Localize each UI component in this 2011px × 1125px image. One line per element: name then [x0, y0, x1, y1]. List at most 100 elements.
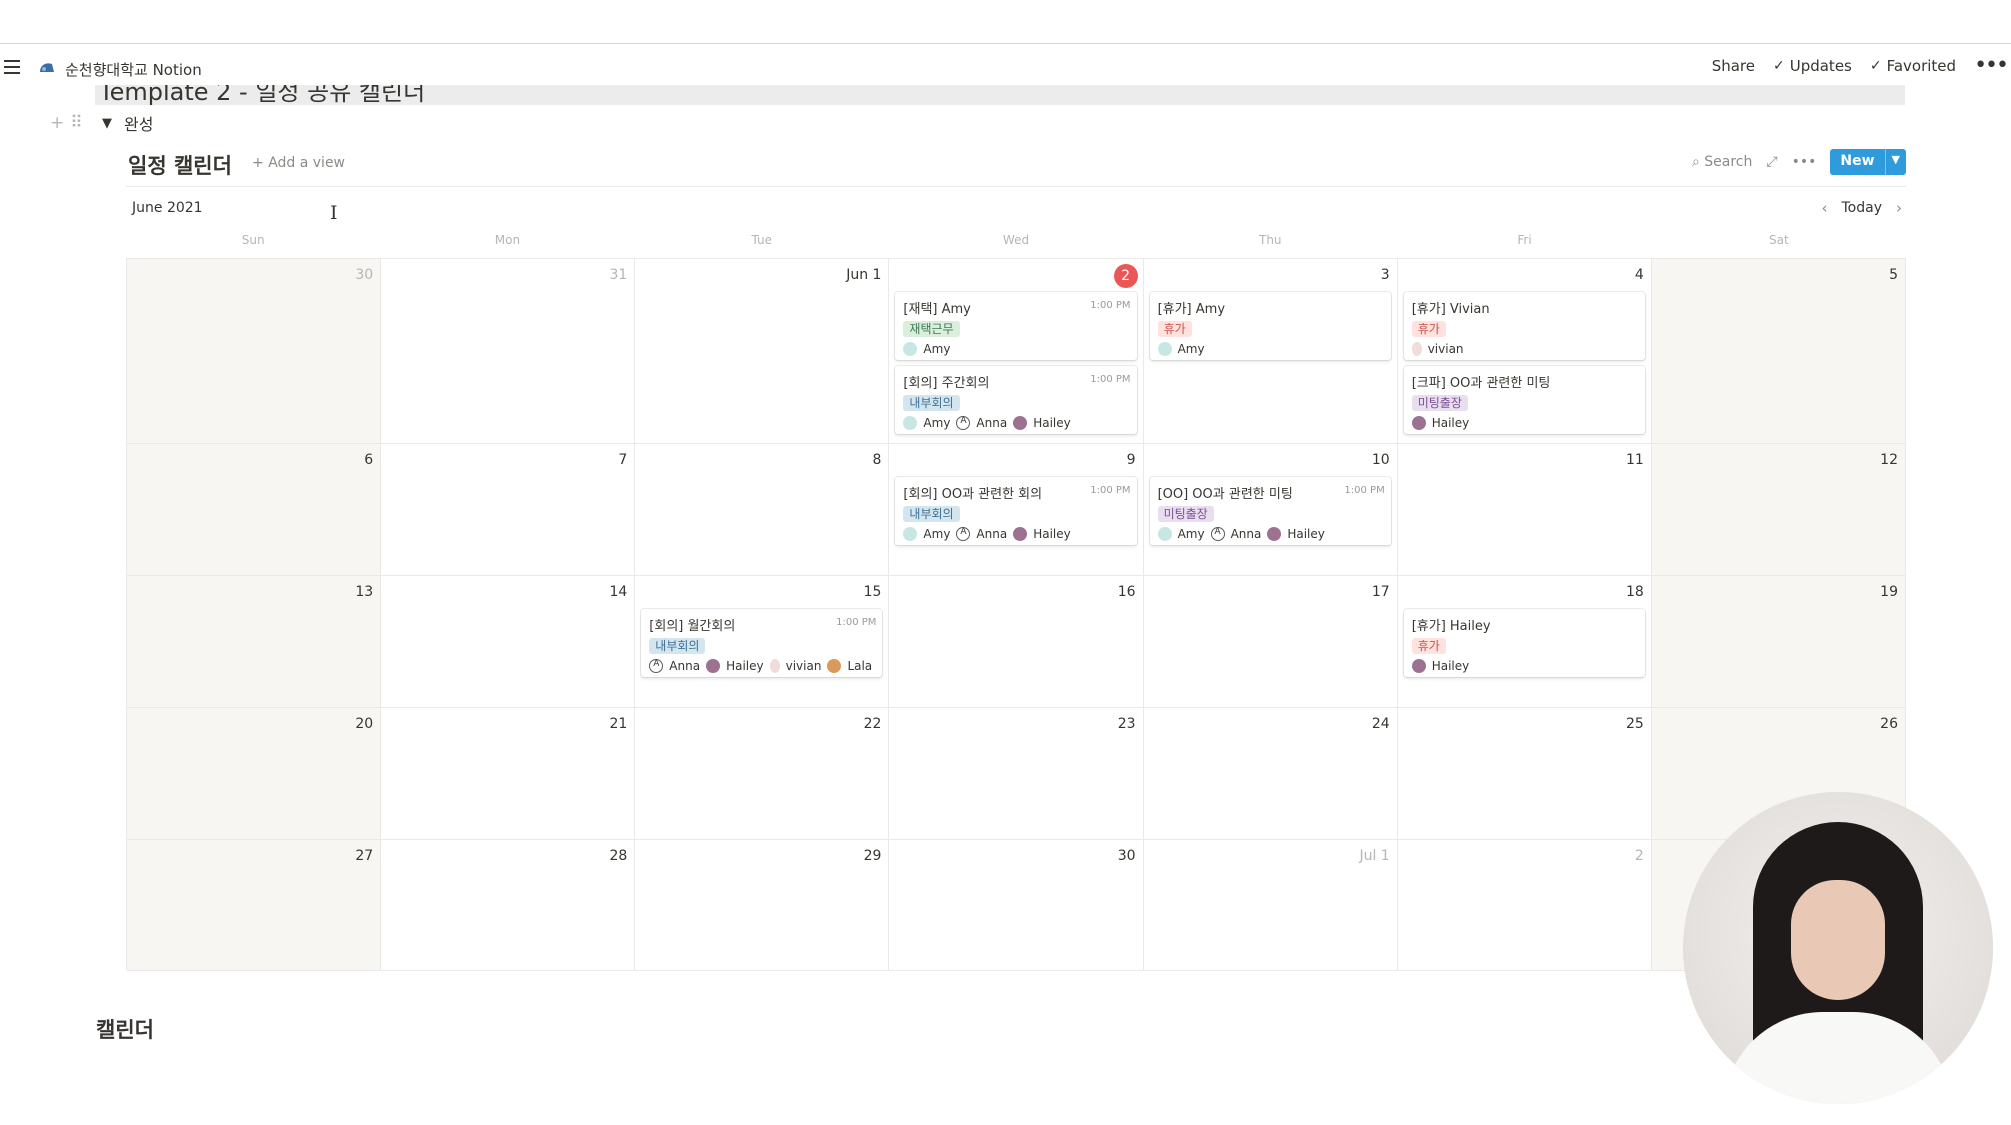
toggle-triangle-icon[interactable]: ▼ [102, 116, 112, 131]
calendar-day[interactable]: 5 [1651, 259, 1906, 444]
calendar-day[interactable]: 31 [381, 259, 636, 444]
block-handle[interactable]: + ⠿ [50, 113, 90, 133]
search-button[interactable]: ⌕ Search [1692, 154, 1752, 170]
calendar-day[interactable]: 27 [127, 840, 382, 971]
drag-handle-icon[interactable]: ⠿ [70, 113, 82, 133]
calendar-day[interactable]: 13 [127, 576, 382, 708]
add-view-label: Add a view [268, 155, 346, 171]
divider [126, 186, 1906, 187]
expand-icon[interactable]: ⤢ [1766, 154, 1777, 170]
database-title[interactable]: 일정 캘린더 [128, 150, 232, 180]
toggle-block: + ⠿ ▼ 완성 [50, 112, 153, 134]
today-button[interactable]: Today [1842, 200, 1883, 216]
event-card[interactable]: [회의] 주간회의 1:00 PM 내부회의 Amy Anna Hailey [895, 366, 1137, 434]
day-number: 15 [863, 584, 882, 600]
calendar-day[interactable]: 30 [889, 840, 1144, 971]
event-people: Hailey [1411, 659, 1637, 673]
calendar-day[interactable]: 19 [1651, 576, 1906, 708]
previous-month-icon[interactable]: ‹ [1822, 199, 1828, 217]
day-number: 23 [1117, 716, 1136, 732]
calendar-day[interactable]: 17 [1143, 576, 1398, 708]
share-button[interactable]: Share [1712, 57, 1755, 75]
avatar [956, 416, 971, 430]
webcam-overlay [1683, 792, 1993, 1104]
day-number: 30 [1117, 848, 1136, 864]
calendar-day[interactable]: 11 [1397, 444, 1652, 576]
day-number: 11 [1626, 452, 1644, 468]
calendar-day[interactable]: 25 [1397, 708, 1652, 840]
next-month-icon[interactable]: › [1896, 199, 1902, 217]
event-tag: 내부회의 [903, 506, 960, 522]
day-number: 17 [1371, 584, 1390, 600]
person-name: Amy [923, 342, 951, 356]
event-card[interactable]: [재택] Amy 1:00 PM 재택근무 Amy [895, 292, 1137, 360]
day-number: 24 [1371, 716, 1390, 732]
event-card[interactable]: [회의] OO과 관련한 회의 1:00 PM 내부회의 Amy Anna Ha… [895, 477, 1137, 545]
day-number: 21 [609, 716, 628, 732]
calendar-day[interactable]: 10 [OO] OO과 관련한 미팅 1:00 PM 미팅출장 Amy Anna… [1143, 444, 1398, 576]
event-people: Amy [903, 342, 1128, 356]
calendar-day[interactable]: 18 [휴가] Hailey 휴가 Hailey [1397, 576, 1652, 708]
new-button[interactable]: New ▼ [1830, 149, 1906, 175]
avatar [1013, 416, 1028, 430]
calendar-day[interactable]: 22 [635, 708, 890, 840]
new-label: New [1840, 153, 1875, 169]
person-name: Amy [923, 527, 951, 541]
person-name: Lala [847, 659, 873, 673]
calendar-day[interactable]: 23 [889, 708, 1144, 840]
event-title: [휴가] Amy [1157, 302, 1226, 317]
calendar-day[interactable]: 2 [1397, 840, 1652, 971]
calendar-day[interactable]: 30 [127, 259, 382, 444]
view-more-icon[interactable]: ••• [1792, 154, 1817, 170]
event-card[interactable]: [휴가] Vivian 휴가 vivian [1403, 292, 1645, 360]
calendar-day[interactable]: 15 [회의] 월간회의 1:00 PM 내부회의 Anna Hailey vi… [635, 576, 890, 708]
calendar-day[interactable]: 8 [635, 444, 890, 576]
calendar-day[interactable]: 6 [127, 444, 382, 576]
weekday-label: Sat [1769, 233, 1789, 247]
person-name: Anna [669, 659, 701, 673]
calendar-day[interactable]: 24 [1143, 708, 1398, 840]
calendar-day[interactable]: 28 [381, 840, 636, 971]
avatar [769, 659, 780, 673]
day-number: 27 [355, 848, 374, 864]
weekday-label: Fri [1517, 233, 1532, 247]
weekday-label: Mon [494, 233, 521, 247]
event-card[interactable]: [회의] 월간회의 1:00 PM 내부회의 Anna Hailey vivia… [641, 609, 883, 677]
add-block-icon[interactable]: + [50, 113, 64, 133]
weekday-label: Sun [241, 233, 265, 247]
calendar-day[interactable]: 20 [127, 708, 382, 840]
favorited-button[interactable]: ✓ Favorited [1870, 57, 1956, 75]
event-card[interactable]: [휴가] Hailey 휴가 Hailey [1403, 609, 1645, 677]
calendar-day[interactable]: 14 [381, 576, 636, 708]
calendar-day[interactable]: 2 [재택] Amy 1:00 PM 재택근무 Amy [회의] 주간회의 1:… [889, 259, 1144, 444]
calendar-day[interactable]: 3 [휴가] Amy 휴가 Amy [1143, 259, 1398, 444]
calendar-day[interactable]: Jul 1 [1143, 840, 1398, 971]
day-number: 29 [863, 848, 882, 864]
day-number: 26 [1880, 716, 1898, 732]
person-name: Amy [923, 416, 951, 430]
event-card[interactable]: [휴가] Amy 휴가 Amy [1149, 292, 1391, 360]
calendar-day[interactable]: Jun 1 [635, 259, 890, 444]
avatar [1013, 527, 1028, 541]
chevron-down-icon[interactable]: ▼ [1884, 149, 1906, 175]
calendar-day[interactable]: 12 [1651, 444, 1906, 576]
search-icon: ⌕ [1691, 154, 1705, 170]
event-tag: 미팅출장 [1157, 506, 1214, 522]
updates-button[interactable]: ✓ Updates [1773, 57, 1852, 75]
breadcrumb-workspace[interactable]: 순천향대학교 Notion [65, 59, 202, 80]
add-view-button[interactable]: + Add a view [252, 155, 345, 171]
more-options-icon[interactable]: ••• [1974, 55, 2009, 77]
calendar-day[interactable]: 16 [889, 576, 1144, 708]
window-top-strip [0, 0, 2011, 44]
person-name: Hailey [1431, 659, 1470, 673]
calendar-day[interactable]: 4 [휴가] Vivian 휴가 vivian [크파] OO과 관련한 미팅 … [1397, 259, 1652, 444]
event-card[interactable]: [크파] OO과 관련한 미팅 미팅출장 Hailey [1403, 366, 1645, 434]
calendar-day[interactable]: 7 [381, 444, 636, 576]
calendar-day[interactable]: 21 [381, 708, 636, 840]
person-name: Anna [1230, 527, 1262, 541]
sidebar-toggle-icon[interactable] [4, 60, 20, 74]
calendar-day[interactable]: 29 [635, 840, 890, 971]
event-tag: 휴가 [1411, 321, 1446, 337]
event-card[interactable]: [OO] OO과 관련한 미팅 1:00 PM 미팅출장 Amy Anna Ha… [1149, 477, 1391, 545]
calendar-day[interactable]: 9 [회의] OO과 관련한 회의 1:00 PM 내부회의 Amy Anna … [889, 444, 1144, 576]
